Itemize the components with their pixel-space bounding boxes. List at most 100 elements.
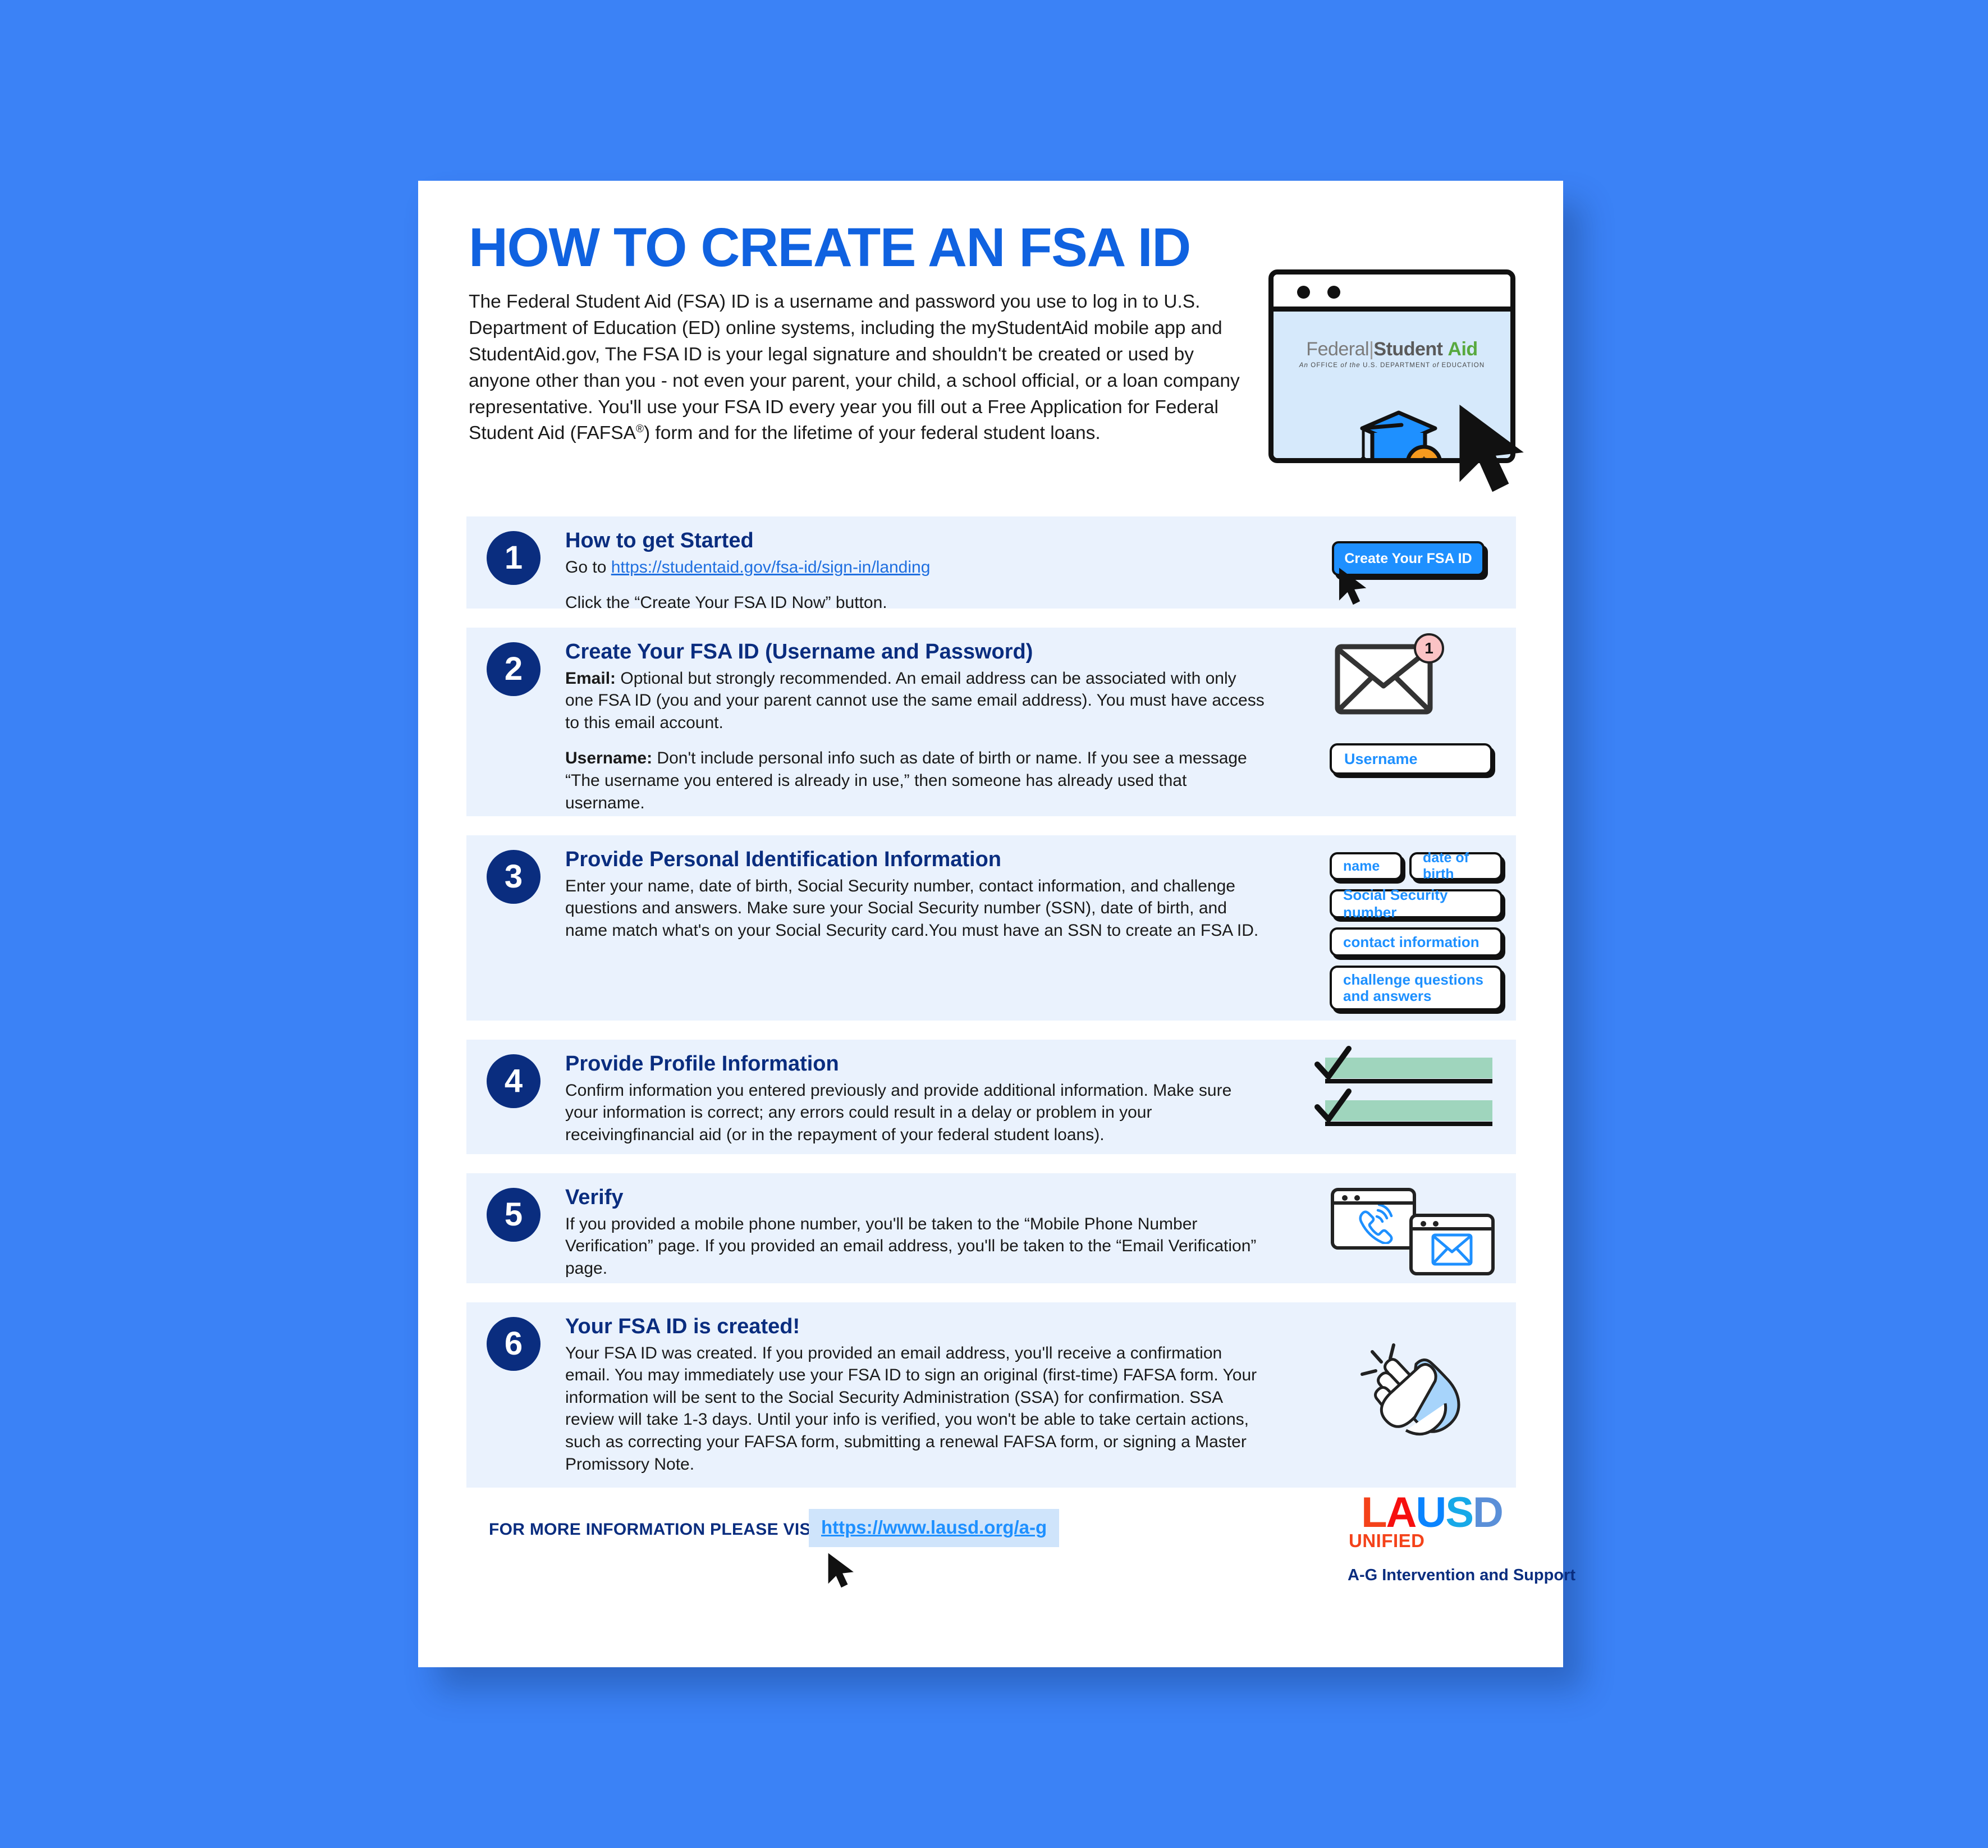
logo-sub-the: the: [1347, 362, 1363, 369]
step-card-2: 2 Create Your FSA ID (Username and Passw…: [466, 628, 1516, 816]
email-text: Optional but strongly recommended. An em…: [565, 669, 1265, 732]
more-info-label: FOR MORE INFORMATION PLEASE VISIT:: [489, 1520, 830, 1539]
logo-federal-text: Federal: [1306, 339, 1369, 360]
goto-prefix: Go to: [565, 557, 611, 577]
phone-ringing-icon: [1359, 1204, 1393, 1244]
step-heading: Provide Profile Information: [565, 1052, 839, 1076]
step-paragraph: Confirm information you entered previous…: [565, 1081, 1232, 1144]
logo-aid-text: Aid: [1448, 339, 1478, 360]
logo-letter-s: S: [1445, 1489, 1474, 1536]
field-pill-contact-information[interactable]: contact information: [1330, 927, 1503, 957]
step-number-badge: 4: [487, 1054, 540, 1108]
logo-tagline: A-G Intervention and Support: [1348, 1566, 1575, 1584]
logo-sub-an: An: [1299, 362, 1309, 369]
intro-text: The Federal Student Aid (FSA) ID is a us…: [469, 291, 1240, 444]
step-heading: Verify: [565, 1186, 624, 1209]
checkmark-icon: [1314, 1088, 1352, 1122]
browser-titlebar: [1413, 1217, 1491, 1231]
browser-dot-icon: [1327, 286, 1340, 299]
step-heading: Provide Personal Identification Informat…: [565, 848, 1001, 871]
mouse-cursor-icon: [828, 1553, 854, 1588]
logo-sub-of2: of: [1432, 362, 1440, 369]
field-pill-ssn[interactable]: Social Security number: [1330, 886, 1503, 921]
logo-letter-l: L: [1361, 1489, 1387, 1536]
browser-titlebar: [1274, 275, 1510, 312]
step-number-badge: 3: [487, 850, 540, 904]
email-verification-window-icon: [1409, 1214, 1495, 1275]
field-pill-date-of-birth[interactable]: date of birth: [1409, 850, 1503, 882]
steps-list: 1 How to get Started Go to https://stude…: [466, 516, 1516, 1488]
browser-dot-icon: [1433, 1221, 1439, 1227]
logo-letter-a: A: [1386, 1489, 1417, 1536]
checkmark-icon: [1314, 1046, 1352, 1079]
browser-content: [1334, 1204, 1413, 1244]
browser-content: [1413, 1231, 1491, 1269]
step-paragraph: If you provided a mobile phone number, y…: [565, 1214, 1257, 1278]
page-title: HOW TO CREATE AN FSA ID: [469, 217, 1191, 278]
step-card-5: 5 Verify If you provided a mobile phone …: [466, 1173, 1516, 1283]
svg-text:$: $: [1419, 454, 1429, 463]
step-card-3: 3 Provide Personal Identification Inform…: [466, 835, 1516, 1021]
browser-dot-icon: [1342, 1195, 1348, 1201]
step-paragraph: Your FSA ID was created. If you provided…: [565, 1343, 1257, 1474]
lausd-ag-link[interactable]: https://www.lausd.org/a-g: [821, 1517, 1047, 1538]
poster-sheet: HOW TO CREATE AN FSA ID The Federal Stud…: [418, 181, 1575, 1667]
poster-header: HOW TO CREATE AN FSA ID The Federal Stud…: [469, 217, 1524, 492]
graduation-cap-icon: $: [1360, 410, 1442, 463]
mouse-cursor-icon: [1459, 404, 1524, 492]
logo-sub-dept: U.S. DEPARTMENT: [1363, 362, 1433, 369]
browser-dot-icon: [1297, 286, 1310, 299]
mouse-cursor-icon: [1339, 568, 1367, 605]
registered-mark: ®: [635, 423, 644, 436]
logo-student-text: Student: [1373, 339, 1443, 360]
step-number-badge: 6: [487, 1317, 540, 1371]
federal-student-aid-logo: Federal|Student Aid An OFFICE of the U.S…: [1274, 339, 1510, 369]
intro-text-tail: ) form and for the lifetime of your fede…: [643, 423, 1101, 444]
step-body: How to get Started Go to https://student…: [565, 516, 1267, 628]
logo-letter-u: U: [1416, 1489, 1446, 1536]
step-body: Your FSA ID is created! Your FSA ID was …: [565, 1302, 1267, 1489]
step-paragraph: Enter your name, date of birth, Social S…: [565, 876, 1259, 940]
step-body: Verify If you provided a mobile phone nu…: [565, 1173, 1267, 1293]
step-card-1: 1 How to get Started Go to https://stude…: [466, 516, 1516, 612]
step-card-6: 6 Your FSA ID is created! Your FSA ID wa…: [466, 1302, 1516, 1488]
step-card-4: 4 Provide Profile Information Confirm in…: [466, 1040, 1516, 1154]
step-heading: Your FSA ID is created!: [565, 1315, 800, 1338]
browser-dot-icon: [1421, 1221, 1426, 1227]
step-username-paragraph: Username: Don't include personal info su…: [565, 747, 1267, 814]
step-body: Create Your FSA ID (Username and Passwor…: [565, 628, 1267, 827]
intro-paragraph: The Federal Student Aid (FSA) ID is a us…: [469, 289, 1254, 447]
confirmed-field-row: [1313, 1088, 1492, 1128]
username-label: Username:: [565, 749, 653, 768]
lausd-logo: LAUSD UNIFIED A-G Intervention and Suppo…: [1348, 1492, 1575, 1585]
username-text: Don't include personal info such as date…: [565, 749, 1247, 812]
poster-canvas: HOW TO CREATE AN FSA ID The Federal Stud…: [0, 0, 1988, 1848]
logo-letter-d: D: [1473, 1489, 1504, 1536]
step-heading: How to get Started: [565, 529, 754, 552]
logo-sub-office: OFFICE: [1308, 362, 1341, 369]
step-heading: Create Your FSA ID (Username and Passwor…: [565, 640, 1033, 664]
studentaid-link[interactable]: https://studentaid.gov/fsa-id/sign-in/la…: [611, 558, 931, 577]
step-number-badge: 2: [487, 642, 540, 696]
field-pill-challenge-questions[interactable]: challenge questions and answers: [1330, 966, 1503, 1010]
step-body: Provide Profile Information Confirm info…: [565, 1040, 1267, 1159]
browser-titlebar: [1334, 1191, 1413, 1205]
step-number-badge: 5: [487, 1188, 540, 1242]
logo-sub-of: of: [1340, 362, 1348, 369]
step-email-paragraph: Email: Optional but strongly recommended…: [565, 667, 1267, 734]
hero-illustration: Federal|Student Aid An OFFICE of the U.S…: [1268, 269, 1524, 492]
username-input[interactable]: Username: [1330, 743, 1492, 775]
clapping-hands-icon: [1361, 1343, 1460, 1436]
logo-sub-education: EDUCATION: [1439, 362, 1485, 369]
phone-verification-window-icon: [1331, 1188, 1416, 1250]
confirmed-field-row: [1313, 1046, 1492, 1086]
step-goto-line: Go to https://studentaid.gov/fsa-id/sign…: [565, 556, 1267, 579]
lausd-wordmark: LAUSD: [1348, 1492, 1516, 1534]
unread-count-badge: 1: [1414, 633, 1444, 664]
step-click-line: Click the “Create Your FSA ID Now” butto…: [565, 593, 887, 612]
step-body: Provide Personal Identification Informat…: [565, 835, 1267, 955]
browser-dot-icon: [1354, 1195, 1360, 1201]
field-pill-name[interactable]: name: [1330, 852, 1403, 880]
logo-subtitle: An OFFICE of the U.S. DEPARTMENT of EDUC…: [1274, 362, 1510, 369]
step-number-badge: 1: [487, 531, 540, 585]
